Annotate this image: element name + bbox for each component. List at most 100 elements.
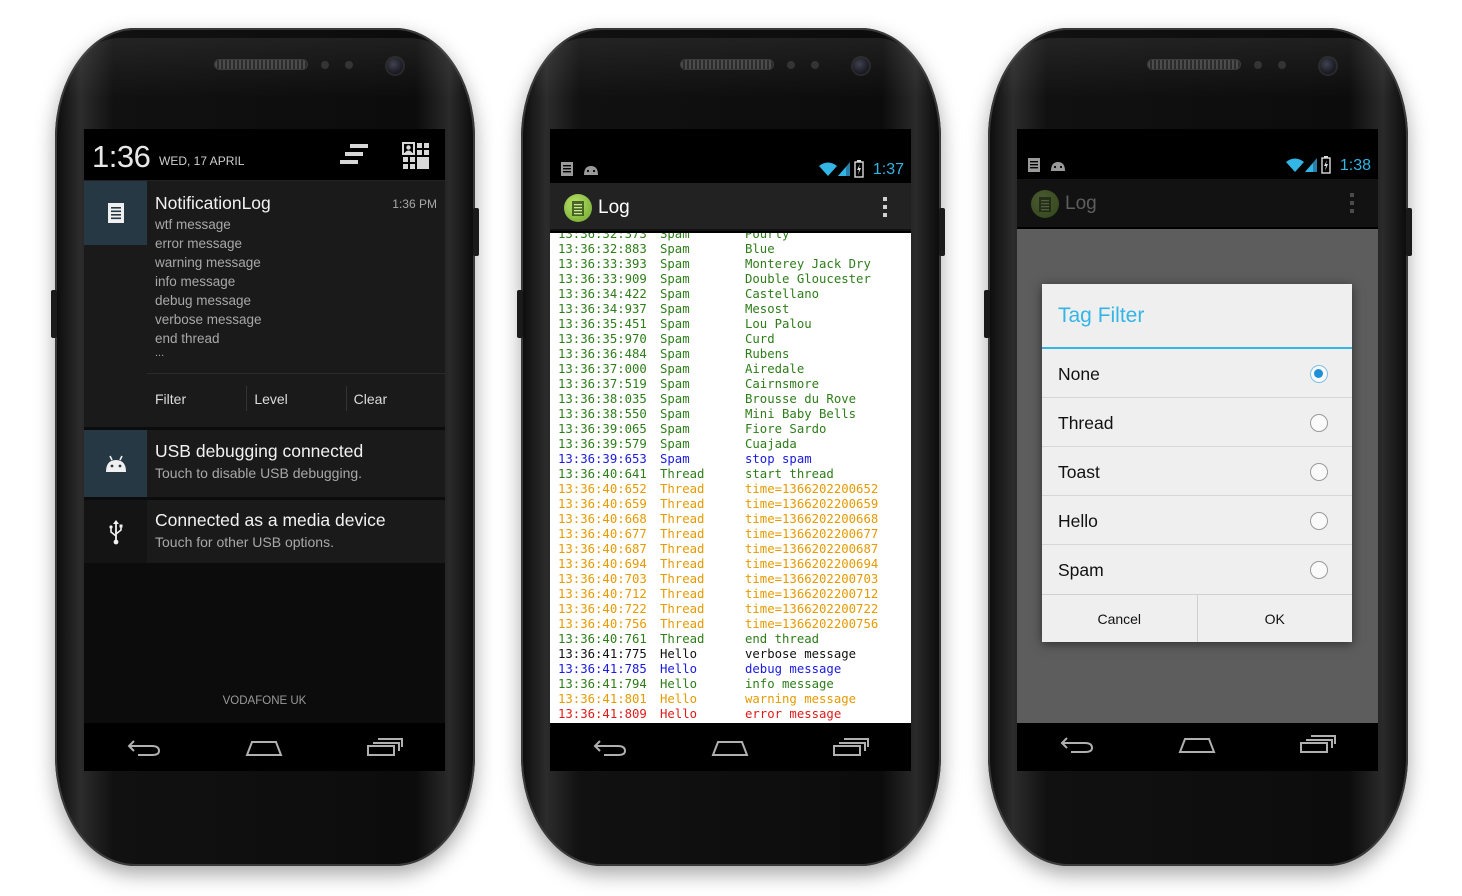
log-list[interactable]: 13:36:32:373 Spam Pourly 13:36:32:883 Spam Bl… <box>550 233 911 753</box>
log-message: time=1366202200703 <box>745 572 879 586</box>
recent-apps-icon[interactable] <box>365 735 405 759</box>
log-message: debug message <box>745 662 842 676</box>
level-action-button[interactable]: Level <box>246 374 345 423</box>
notification-subtitle: Touch to disable USB debugging. <box>155 465 363 481</box>
home-icon[interactable] <box>244 735 284 759</box>
log-tag: Spam <box>660 287 690 301</box>
notification-title: NotificationLog <box>155 193 271 213</box>
carrier-label: VODAFONE UK <box>222 695 307 707</box>
notification-title: USB debugging connected <box>155 441 364 461</box>
radio-button[interactable] <box>1310 414 1328 432</box>
log-timestamp: 13:36:41:809 <box>558 707 647 721</box>
log-timestamp: 13:36:40:722 <box>558 602 647 616</box>
option-toast[interactable]: Toast <box>1042 447 1352 496</box>
back-icon[interactable] <box>124 735 164 759</box>
log-tag: Spam <box>660 257 690 271</box>
log-timestamp: 13:36:40:761 <box>558 632 647 646</box>
navigation-bar <box>1017 723 1378 765</box>
notification-subtitle: Touch for other USB options. <box>155 534 334 550</box>
log-timestamp: 13:36:34:937 <box>558 302 647 316</box>
status-bar: 1:38 <box>1017 153 1378 179</box>
screen: 1:37 Log 13:36:32:373 Spam Pourly 13:36:32:… <box>550 129 911 771</box>
phone-tag-filter: 1:38 Log Tag Filter None Thread Toast He… <box>984 28 1412 866</box>
option-none[interactable]: None <box>1042 349 1352 398</box>
screen: 1:36 WED, 17 APRIL NotificationLog 1:36 … <box>84 129 445 771</box>
notification-line: end thread <box>155 331 220 346</box>
recent-apps-icon[interactable] <box>1298 732 1338 756</box>
log-timestamp: 13:36:40:712 <box>558 587 647 601</box>
option-hello[interactable]: Hello <box>1042 496 1352 545</box>
log-tag: Thread <box>660 587 705 601</box>
log-tag: Thread <box>660 542 705 556</box>
log-tag: Thread <box>660 617 705 631</box>
log-message: time=1366202200694 <box>745 557 879 571</box>
ok-button[interactable]: OK <box>1196 595 1353 642</box>
option-thread[interactable]: Thread <box>1042 398 1352 447</box>
log-message: start thread <box>745 467 834 481</box>
log-message: Lou Palou <box>745 317 812 331</box>
log-tag: Hello <box>660 707 698 721</box>
log-timestamp: 13:36:41:801 <box>558 692 647 706</box>
notification-media-device[interactable]: Connected as a media device Touch for ot… <box>84 500 445 563</box>
overflow-menu-icon[interactable] <box>883 197 887 217</box>
back-icon[interactable] <box>1057 732 1097 756</box>
log-app-icon <box>572 200 584 216</box>
log-tag: Hello <box>660 677 698 691</box>
log-tag: Thread <box>660 557 705 571</box>
log-timestamp: 13:36:40:756 <box>558 617 647 631</box>
option-spam[interactable]: Spam <box>1042 545 1352 594</box>
navigation-bar <box>550 723 911 771</box>
log-message: time=1366202200687 <box>745 542 879 556</box>
log-message: Castellano <box>745 287 820 301</box>
document-icon <box>1028 158 1040 172</box>
option-label: None <box>1058 364 1100 384</box>
clear-all-icon[interactable] <box>338 141 372 173</box>
log-message: time=1366202200652 <box>745 482 879 496</box>
log-message: Pourly <box>745 233 790 241</box>
filter-action-button[interactable]: Filter <box>147 374 246 423</box>
home-icon[interactable] <box>710 735 750 759</box>
log-tag: Hello <box>660 662 698 676</box>
log-message: time=1366202200722 <box>745 602 879 616</box>
log-tag: Thread <box>660 512 705 526</box>
log-message: Cuajada <box>745 437 797 451</box>
notification-time: 1:36 PM <box>392 197 437 211</box>
log-timestamp: 13:36:40:694 <box>558 557 647 571</box>
log-message: Double Gloucester <box>745 272 871 286</box>
quick-settings-icon[interactable] <box>401 141 431 175</box>
action-bar-dimmed: Log <box>1017 179 1378 227</box>
log-tag: Spam <box>660 407 690 421</box>
radio-button[interactable] <box>1310 463 1328 481</box>
front-camera <box>853 58 869 74</box>
radio-button[interactable] <box>1310 512 1328 530</box>
cancel-button[interactable]: Cancel <box>1042 595 1197 642</box>
notification-log[interactable]: NotificationLog 1:36 PM wtf message erro… <box>84 181 445 427</box>
notification-line: debug message <box>155 293 252 308</box>
log-message: stop spam <box>745 452 812 466</box>
navigation-bar <box>84 723 445 771</box>
log-tag: Spam <box>660 437 690 451</box>
notification-icon-box <box>84 500 147 563</box>
log-tag: Spam <box>660 332 690 346</box>
clock: 1:36 <box>92 139 151 174</box>
clear-action-button[interactable]: Clear <box>345 374 445 423</box>
log-timestamp: 13:36:41:775 <box>558 647 647 661</box>
log-timestamp: 13:36:39:579 <box>558 437 647 451</box>
notification-line: wtf message <box>155 217 231 232</box>
log-timestamp: 13:36:36:484 <box>558 347 647 361</box>
recent-apps-icon[interactable] <box>831 735 871 759</box>
radio-button[interactable] <box>1310 561 1328 579</box>
home-icon[interactable] <box>1177 732 1217 756</box>
option-label: Spam <box>1058 560 1104 580</box>
status-clock: 1:38 <box>1339 157 1371 174</box>
volume-button <box>984 290 990 338</box>
notification-line-more: ... <box>155 347 165 359</box>
log-tag: Hello <box>660 692 698 706</box>
back-icon[interactable] <box>590 735 630 759</box>
radio-button-selected[interactable] <box>1310 365 1328 383</box>
notification-usb-debugging[interactable]: USB debugging connected Touch to disable… <box>84 430 445 497</box>
log-message: time=1366202200668 <box>745 512 879 526</box>
app-icon[interactable] <box>564 194 592 222</box>
proximity-sensor <box>787 61 795 69</box>
signal-icon <box>1305 158 1317 172</box>
